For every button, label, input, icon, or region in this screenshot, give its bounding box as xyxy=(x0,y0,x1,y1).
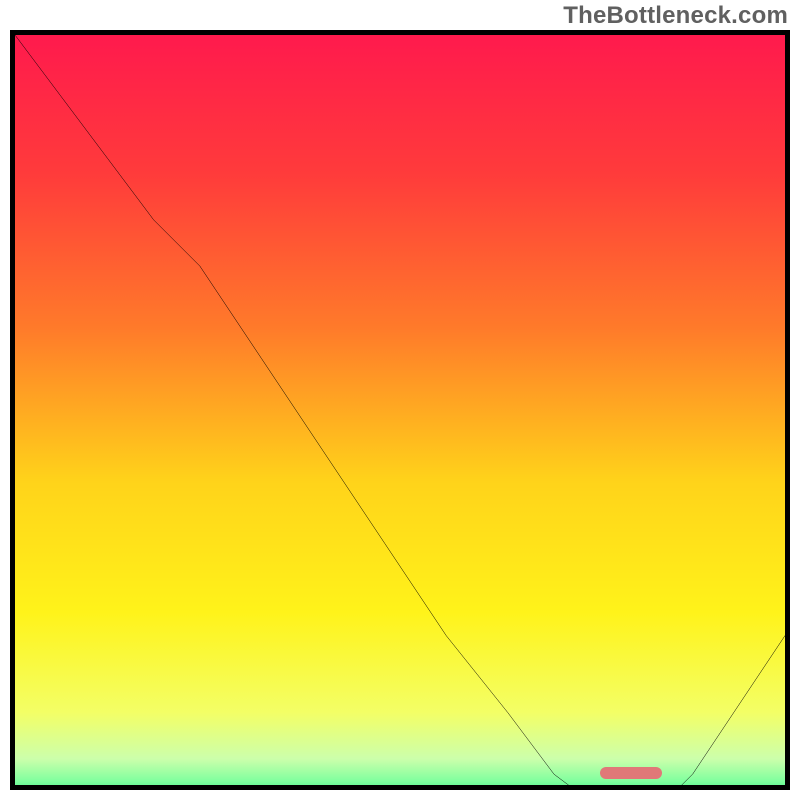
bottleneck-curve-path xyxy=(15,35,785,790)
plot-area xyxy=(10,30,790,790)
chart-frame: TheBottleneck.com xyxy=(0,0,800,800)
curve-layer xyxy=(15,35,785,790)
highlight-marker xyxy=(600,767,662,779)
watermark-text: TheBottleneck.com xyxy=(563,2,788,30)
